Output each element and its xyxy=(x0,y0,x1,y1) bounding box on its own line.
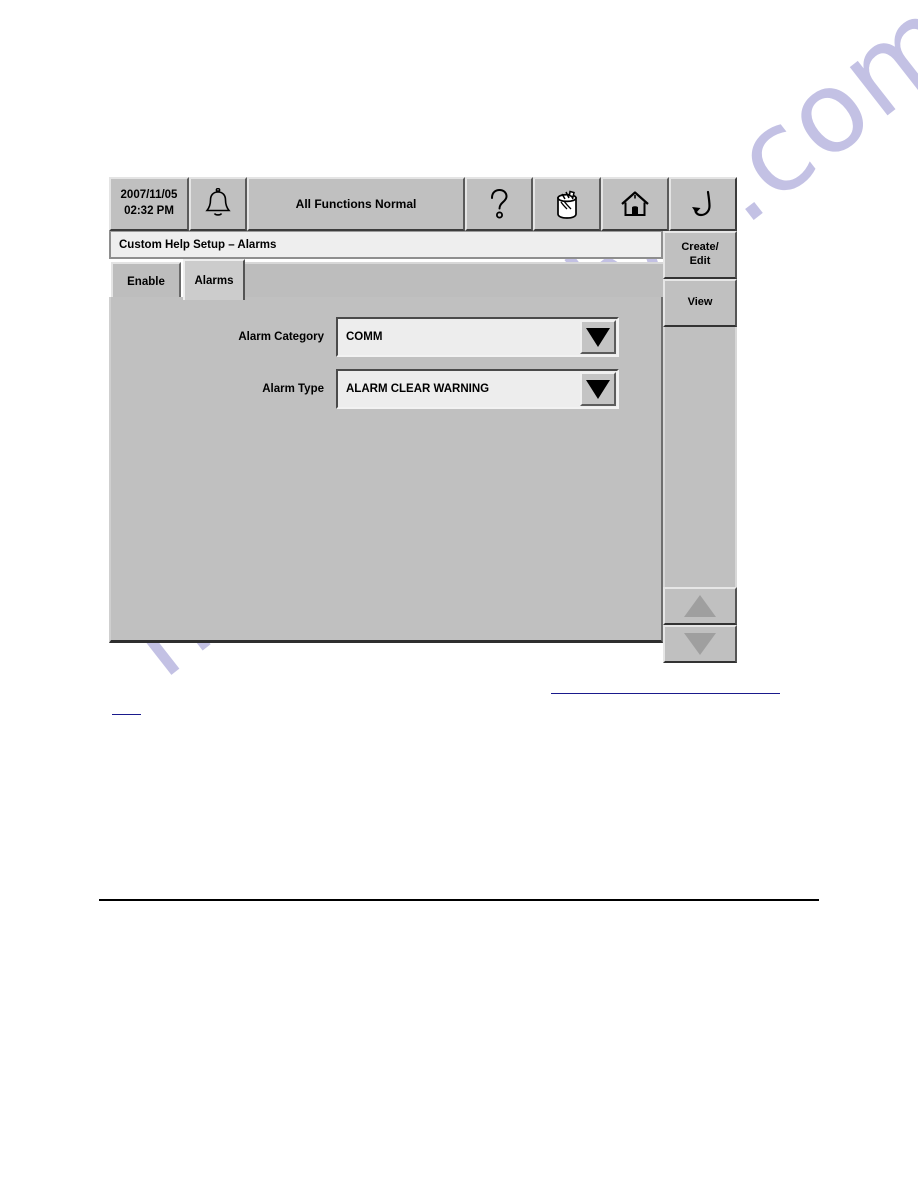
content-area: Alarm Category COMM Alarm Type ALARM CLE… xyxy=(109,297,663,643)
return-arrow-icon xyxy=(688,188,718,220)
help-button[interactable] xyxy=(465,177,533,231)
triangle-down-icon xyxy=(586,327,610,347)
alarm-type-dropdown[interactable]: ALARM CLEAR WARNING xyxy=(336,369,619,409)
page-title: Custom Help Setup – Alarms xyxy=(119,238,277,251)
status-message: All Functions Normal xyxy=(247,177,465,231)
alarm-type-row: Alarm Type ALARM CLEAR WARNING xyxy=(111,369,665,409)
alarm-status-button[interactable] xyxy=(189,177,247,231)
time-text: 02:32 PM xyxy=(124,205,174,217)
page-footer-rule xyxy=(99,899,819,901)
screen-title-bar: Custom Help Setup – Alarms xyxy=(109,231,663,259)
triangle-down-icon xyxy=(684,633,716,655)
home-icon xyxy=(619,189,651,219)
document-link-right[interactable] xyxy=(551,693,780,694)
alarm-category-dropdown[interactable]: COMM xyxy=(336,317,619,357)
sidebar-button-view[interactable]: View xyxy=(663,279,737,327)
scroll-down-button[interactable] xyxy=(663,625,737,663)
alarm-type-label: Alarm Type xyxy=(262,383,324,395)
device-control-panel-screen: 2007/11/05 02:32 PM All Functions Normal xyxy=(109,177,737,663)
scroll-up-button[interactable] xyxy=(663,587,737,625)
sidebar-create-edit-line2: Edit xyxy=(689,255,711,267)
supplies-cartridge-icon xyxy=(552,188,582,220)
triangle-down-icon xyxy=(586,379,610,399)
sidebar-create-edit-line1: Create/ xyxy=(681,241,719,254)
alarm-type-value: ALARM CLEAR WARNING xyxy=(346,383,490,395)
back-return-button[interactable] xyxy=(669,177,737,231)
tab-strip-filler xyxy=(245,262,663,300)
alarm-category-row: Alarm Category COMM xyxy=(111,317,665,357)
datetime-display: 2007/11/05 02:32 PM xyxy=(109,177,189,231)
tab-alarms-label: Alarms xyxy=(194,274,234,287)
sidebar-view-label: View xyxy=(687,296,713,309)
date-text: 2007/11/05 xyxy=(120,189,178,202)
top-toolbar: 2007/11/05 02:32 PM All Functions Normal xyxy=(109,177,737,231)
alarm-type-dropdown-button[interactable] xyxy=(580,372,616,406)
question-mark-icon xyxy=(486,187,512,221)
alarm-category-dropdown-button[interactable] xyxy=(580,320,616,354)
sidebar-empty-track xyxy=(663,327,737,587)
tab-enable-label: Enable xyxy=(127,276,165,288)
tab-alarms[interactable]: Alarms xyxy=(183,259,245,300)
alarm-category-label: Alarm Category xyxy=(238,331,324,343)
bell-icon xyxy=(203,188,233,220)
sidebar-button-create-edit[interactable]: Create/ Edit xyxy=(663,231,737,279)
triangle-up-icon xyxy=(684,595,716,617)
right-sidebar: Create/ Edit View xyxy=(663,231,737,663)
tab-strip: Enable Alarms xyxy=(109,259,663,300)
document-link-left[interactable] xyxy=(112,714,141,715)
tab-enable[interactable]: Enable xyxy=(111,262,181,300)
supplies-button[interactable] xyxy=(533,177,601,231)
alarm-category-value: COMM xyxy=(346,331,383,343)
home-button[interactable] xyxy=(601,177,669,231)
